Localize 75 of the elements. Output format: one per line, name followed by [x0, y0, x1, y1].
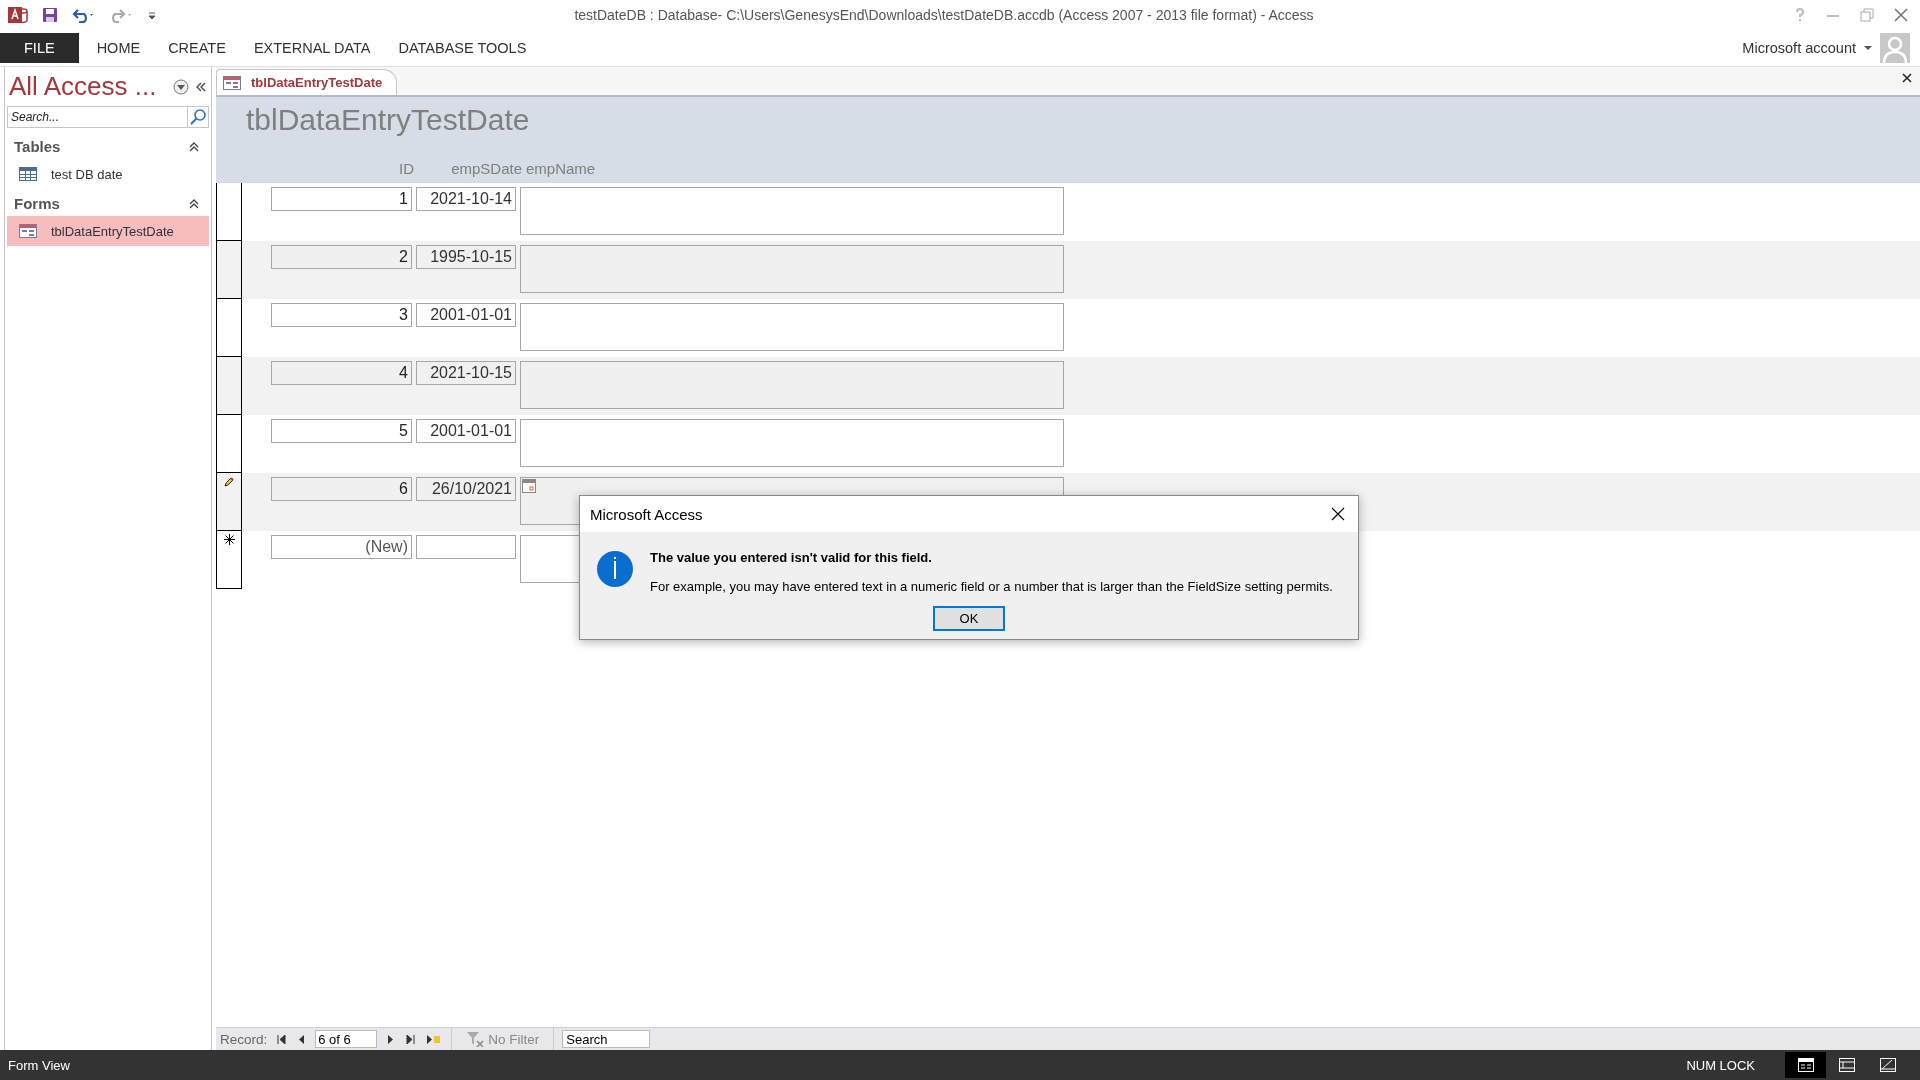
close-icon [1902, 73, 1912, 83]
account-name[interactable]: Microsoft account [1742, 40, 1856, 56]
dialog-detail: For example, you may have entered text in a numeric field or a number that is larger than the FieldSize setting permits. [650, 579, 1333, 594]
id-field[interactable]: 6 [271, 477, 412, 501]
nav-item[interactable]: tblDataEntryTestDate [7, 216, 209, 246]
file-tab[interactable]: FILE [0, 33, 79, 63]
nav-group-label: Forms [14, 195, 60, 212]
id-field[interactable]: 4 [271, 361, 412, 385]
date-field[interactable]: 2021-10-15 [416, 361, 516, 385]
column-label: empSDate [450, 160, 523, 177]
document-tab[interactable]: tblDataEntryTestDate [216, 69, 398, 95]
record-position-field[interactable]: 6 of 6 [315, 1030, 378, 1048]
id-field[interactable]: 2 [271, 245, 412, 269]
first-record-button[interactable] [275, 1034, 289, 1044]
date-field[interactable]: 2021-10-14 [416, 187, 516, 211]
table-icon [19, 167, 37, 181]
form-icon [223, 75, 241, 90]
id-field[interactable]: (New) [271, 535, 412, 559]
record-selector[interactable] [216, 531, 242, 589]
name-field[interactable] [520, 187, 1064, 235]
date-field[interactable]: 2001-01-01 [416, 303, 516, 327]
last-record-button[interactable] [404, 1034, 418, 1044]
id-field[interactable]: 5 [271, 419, 412, 443]
dropdown-caret-icon[interactable] [1864, 45, 1872, 51]
undo-icon[interactable] [72, 7, 96, 23]
id-field[interactable]: 1 [271, 187, 412, 211]
search-field[interactable]: Search... [7, 106, 187, 128]
name-field[interactable] [520, 419, 1064, 467]
layout-view-icon [1838, 1058, 1855, 1072]
ribbon-tab[interactable]: CREATE [154, 33, 240, 63]
form-title: tblDataEntryTestDate [245, 102, 531, 137]
search-icon[interactable] [187, 106, 209, 128]
column-label: ID [398, 160, 415, 177]
date-field[interactable]: 26/10/2021 [416, 477, 516, 501]
name-field[interactable] [520, 361, 1064, 409]
ribbon-tab[interactable]: HOME [82, 33, 155, 63]
close-icon [1331, 507, 1345, 521]
nav-group-header[interactable]: Forms [5, 189, 211, 216]
new-record-icon [223, 534, 235, 545]
nav-group-label: Tables [14, 138, 61, 155]
dialog-title: Microsoft Access [590, 505, 704, 523]
num-lock-indicator: NUM LOCK [1686, 1057, 1755, 1073]
column-label: empName [526, 160, 597, 177]
record-search-field[interactable]: Search [562, 1030, 651, 1048]
ribbon-tab[interactable]: EXTERNAL DATA [239, 33, 385, 63]
id-field[interactable]: 3 [271, 303, 412, 327]
pencil-icon [223, 476, 235, 488]
filter-icon [466, 1031, 485, 1047]
date-field[interactable] [416, 535, 516, 559]
avatar-icon [1880, 33, 1910, 63]
close-icon[interactable] [1894, 8, 1908, 22]
date-field[interactable]: 2001-01-01 [416, 419, 516, 443]
status-mode: Form View [8, 1057, 70, 1073]
design-view-icon [1879, 1058, 1896, 1072]
record-label: Record: [220, 1031, 268, 1047]
ribbon-tab[interactable]: DATABASE TOOLS [384, 33, 541, 63]
calendar-icon [522, 479, 536, 493]
name-field[interactable] [520, 303, 1064, 351]
name-field[interactable] [520, 245, 1064, 293]
dialog-message: The value you entered isn't valid for this field. [650, 550, 933, 565]
form-icon [19, 224, 37, 238]
app-logo-icon [8, 5, 28, 25]
form-view-button[interactable] [1785, 1052, 1826, 1078]
filter-dropdown-icon[interactable] [173, 78, 189, 95]
navigation-pane-title[interactable]: All Access ... [9, 71, 167, 102]
save-icon[interactable] [42, 7, 58, 23]
date-field[interactable]: 1995-10-15 [416, 245, 516, 269]
window-title: testDateDB : Database- C:\Users\GenesysEnd\Downloads\testDateDB.accdb (Access 2007 - 2013 file format) - Access [573, 7, 1315, 23]
nav-item[interactable]: test DB date [7, 159, 209, 189]
ok-button[interactable]: OK [933, 606, 1005, 631]
collapse-pane-icon[interactable] [195, 80, 207, 93]
information-icon [596, 550, 634, 588]
nav-group-header[interactable]: Tables [5, 132, 211, 159]
customize-toolbar-icon[interactable] [148, 10, 156, 20]
form-view-icon [1797, 1058, 1814, 1072]
